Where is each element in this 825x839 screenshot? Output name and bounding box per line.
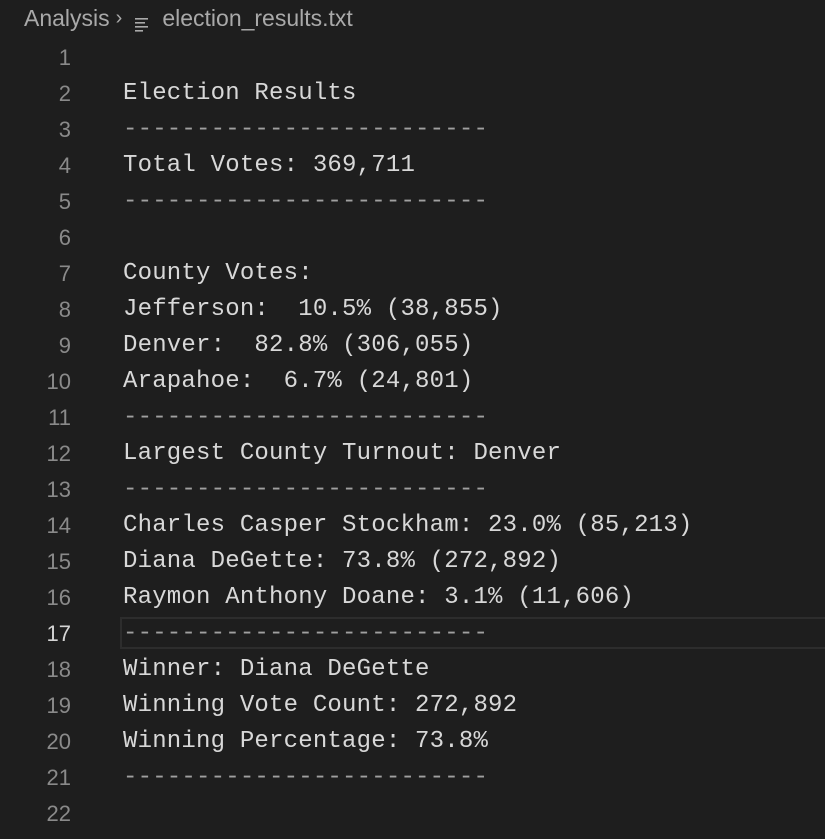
editor-line[interactable]: 4 Total Votes: 369,711: [0, 148, 825, 184]
line-number: 20: [46, 729, 71, 754]
editor-line[interactable]: 6: [0, 220, 825, 256]
breadcrumb-folder[interactable]: Analysis: [24, 5, 110, 32]
line-number: 17: [46, 621, 71, 646]
line-text[interactable]: Winning Vote Count: 272,892: [123, 688, 517, 724]
editor-line[interactable]: 19 Winning Vote Count: 272,892: [0, 688, 825, 724]
line-number: 12: [46, 441, 71, 466]
line-text[interactable]: Jefferson: 10.5% (38,855): [123, 292, 503, 328]
editor-line[interactable]: 20 Winning Percentage: 73.8%: [0, 724, 825, 760]
line-text[interactable]: Denver: 82.8% (306,055): [123, 328, 473, 364]
line-text[interactable]: Arapahoe: 6.7% (24,801): [123, 364, 473, 400]
line-text[interactable]: Total Votes: 369,711: [123, 148, 415, 184]
text-editor[interactable]: 1 2 Election Results 3 ---------------------…: [0, 40, 825, 832]
editor-line[interactable]: 14 Charles Casper Stockham: 23.0% (85,213…: [0, 508, 825, 544]
line-number: 4: [58, 153, 71, 178]
line-text[interactable]: Election Results: [123, 76, 357, 112]
line-number: 19: [46, 693, 71, 718]
line-text[interactable]: County Votes:: [123, 256, 313, 292]
line-text[interactable]: -------------------------: [123, 472, 488, 508]
chevron-right-icon: ›: [115, 6, 123, 29]
line-text[interactable]: Charles Casper Stockham: 23.0% (85,213): [123, 508, 693, 544]
line-text[interactable]: -------------------------: [123, 616, 488, 652]
editor-line[interactable]: 7 County Votes:: [0, 256, 825, 292]
line-number: 2: [58, 81, 71, 106]
editor-line[interactable]: 1: [0, 40, 825, 76]
line-number: 6: [58, 225, 71, 250]
editor-line[interactable]: 22: [0, 796, 825, 832]
editor-line[interactable]: 3 -------------------------: [0, 112, 825, 148]
editor-line[interactable]: 21 -------------------------: [0, 760, 825, 796]
line-number: 10: [46, 369, 71, 394]
text-file-icon: [134, 11, 150, 32]
editor-line[interactable]: 10 Arapahoe: 6.7% (24,801): [0, 364, 825, 400]
line-text[interactable]: -------------------------: [123, 400, 488, 436]
line-text[interactable]: Raymon Anthony Doane: 3.1% (11,606): [123, 580, 634, 616]
editor-line[interactable]: 18 Winner: Diana DeGette: [0, 652, 825, 688]
editor-line[interactable]: 13 -------------------------: [0, 472, 825, 508]
line-number: 21: [46, 765, 71, 790]
line-number: 14: [46, 513, 71, 538]
line-number: 22: [46, 801, 71, 826]
line-text[interactable]: -------------------------: [123, 112, 488, 148]
line-text[interactable]: Largest County Turnout: Denver: [123, 436, 561, 472]
editor-line[interactable]: 11 -------------------------: [0, 400, 825, 436]
line-number: 18: [46, 657, 71, 682]
editor-line[interactable]: 9 Denver: 82.8% (306,055): [0, 328, 825, 364]
line-number: 13: [46, 477, 71, 502]
line-text[interactable]: Diana DeGette: 73.8% (272,892): [123, 544, 561, 580]
line-number: 7: [58, 261, 71, 286]
editor-line[interactable]: 2 Election Results: [0, 76, 825, 112]
editor-line[interactable]: 17 -------------------------: [0, 616, 825, 652]
line-number: 5: [58, 189, 71, 214]
line-number: 8: [58, 297, 71, 322]
line-number: 3: [58, 117, 71, 142]
breadcrumb-file[interactable]: election_results.txt: [162, 5, 352, 32]
editor-line[interactable]: 12 Largest County Turnout: Denver: [0, 436, 825, 472]
line-text[interactable]: Winner: Diana DeGette: [123, 652, 430, 688]
line-text[interactable]: Winning Percentage: 73.8%: [123, 724, 488, 760]
line-text[interactable]: -------------------------: [123, 184, 488, 220]
line-number: 11: [48, 405, 71, 430]
editor-line[interactable]: 15 Diana DeGette: 73.8% (272,892): [0, 544, 825, 580]
line-number: 9: [58, 333, 71, 358]
editor-line[interactable]: 16 Raymon Anthony Doane: 3.1% (11,606): [0, 580, 825, 616]
line-number: 15: [46, 549, 71, 574]
line-text[interactable]: -------------------------: [123, 760, 488, 796]
line-number: 1: [58, 45, 71, 70]
breadcrumb: Analysis › election_results.txt: [0, 0, 825, 36]
editor-line[interactable]: 8 Jefferson: 10.5% (38,855): [0, 292, 825, 328]
editor-line[interactable]: 5 -------------------------: [0, 184, 825, 220]
line-number: 16: [46, 585, 71, 610]
